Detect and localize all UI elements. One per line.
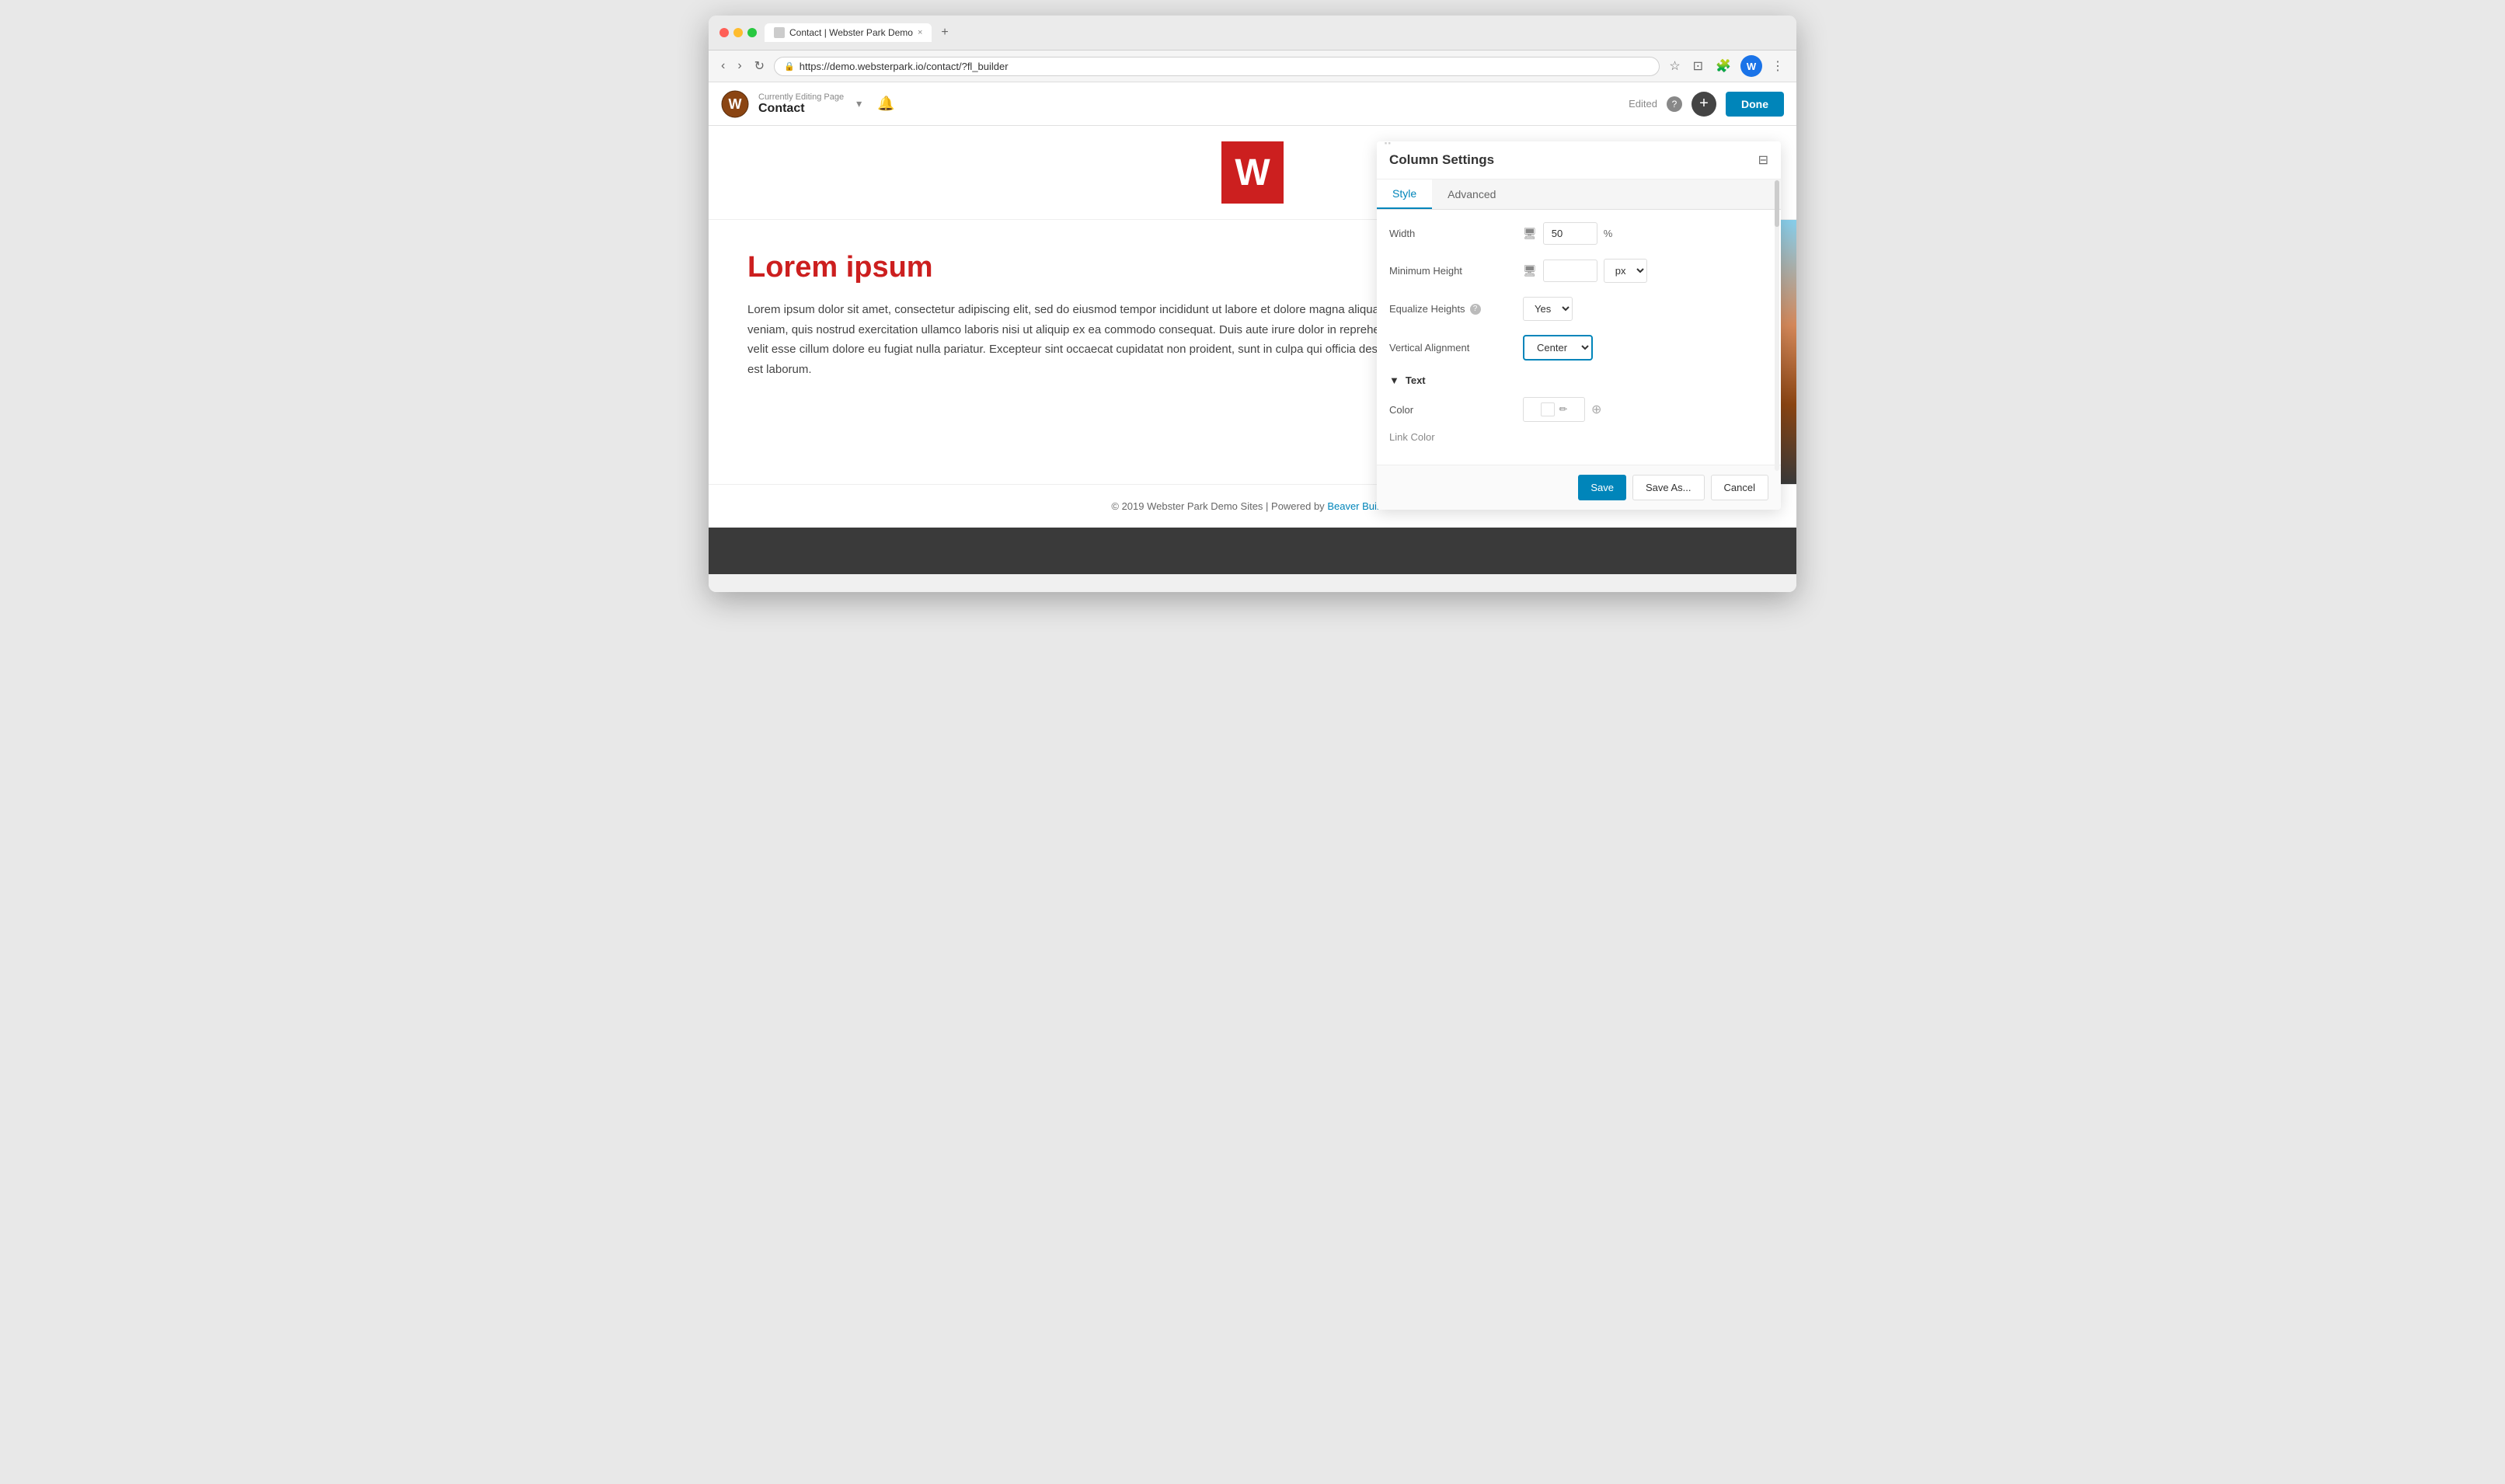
tab-advanced[interactable]: Advanced <box>1432 179 1511 209</box>
text-expand-icon: ▼ <box>1389 374 1399 386</box>
desktop-icon-2: 🖥 <box>1523 264 1537 277</box>
extension-button[interactable]: 🧩 <box>1712 55 1734 77</box>
equalize-label: Equalize Heights ? <box>1389 303 1514 315</box>
edited-badge: Edited <box>1629 98 1657 110</box>
notification-button[interactable]: 🔔 <box>877 96 894 112</box>
link-color-label: Link Color <box>1389 431 1514 443</box>
width-label: Width <box>1389 228 1514 239</box>
address-text: https://demo.websterpark.io/contact/?fl_… <box>800 61 1009 72</box>
width-input[interactable] <box>1543 222 1597 245</box>
color-control: ✏ ⊕ <box>1523 397 1768 422</box>
save-button[interactable]: Save <box>1578 475 1626 500</box>
bookmark-button[interactable]: ☆ <box>1666 55 1683 77</box>
browser-toolbar: ‹ › ↻ 🔒 https://demo.websterpark.io/cont… <box>709 51 1796 82</box>
tab-title: Contact | Webster Park Demo <box>789 27 913 38</box>
page-info: Currently Editing Page Contact <box>758 92 844 116</box>
forward-button[interactable]: › <box>734 56 744 76</box>
scrollbar-track <box>1775 180 1779 471</box>
min-height-control: 🖥 px vh <box>1523 259 1768 283</box>
min-height-label: Minimum Height <box>1389 265 1514 277</box>
back-button[interactable]: ‹ <box>718 56 728 76</box>
equalize-control: Yes No <box>1523 297 1768 321</box>
save-as-button[interactable]: Save As... <box>1632 475 1705 500</box>
panel-collapse-button[interactable]: ⊟ <box>1758 152 1768 168</box>
tab-bar: Contact | Webster Park Demo × + <box>765 23 1786 42</box>
page-name: Contact <box>758 102 844 116</box>
width-unit: % <box>1604 228 1613 239</box>
tab-favicon <box>774 27 785 38</box>
cancel-button[interactable]: Cancel <box>1711 475 1768 500</box>
pencil-icon: ✏ <box>1559 403 1568 416</box>
browser-window: Contact | Webster Park Demo × + ‹ › ↻ 🔒 … <box>709 16 1796 592</box>
site-logo-image: W <box>1221 141 1284 204</box>
clear-color-button[interactable]: ⊕ <box>1591 402 1601 417</box>
panel-drag-handle[interactable]: ⠿ <box>1383 141 1392 149</box>
tab-close-button[interactable]: × <box>918 28 922 37</box>
width-control: 🖥 % <box>1523 222 1768 245</box>
min-height-unit-select[interactable]: px vh <box>1604 259 1647 283</box>
desktop-icon: 🖥 <box>1523 227 1537 240</box>
site-logo-admin: W <box>721 90 749 118</box>
vertical-align-label: Vertical Alignment <box>1389 342 1514 354</box>
equalize-heights-row: Equalize Heights ? Yes No <box>1389 297 1768 321</box>
maximize-traffic-light[interactable] <box>747 28 757 37</box>
currently-editing-label: Currently Editing Page <box>758 92 844 102</box>
equalize-select[interactable]: Yes No <box>1523 297 1573 321</box>
minimize-traffic-light[interactable] <box>733 28 743 37</box>
cast-button[interactable]: ⊡ <box>1690 55 1706 77</box>
panel-tabs: Style Advanced <box>1377 179 1781 210</box>
color-swatch <box>1541 402 1555 416</box>
menu-button[interactable]: ⋮ <box>1768 55 1787 77</box>
vertical-align-control: Default Top Center Bottom <box>1523 335 1768 361</box>
panel-body: Width 🖥 % Minimum Height 🖥 <box>1377 210 1781 465</box>
svg-text:W: W <box>729 96 742 112</box>
help-button[interactable]: ? <box>1667 96 1682 112</box>
color-label: Color <box>1389 404 1514 416</box>
footer-text: © 2019 Webster Park Demo Sites | Powered… <box>1111 500 1324 512</box>
min-height-input[interactable] <box>1543 260 1597 282</box>
toolbar-actions: ☆ ⊡ 🧩 W ⋮ <box>1666 55 1787 77</box>
scrollbar-thumb[interactable] <box>1775 180 1779 227</box>
tab-style[interactable]: Style <box>1377 179 1432 209</box>
column-settings-panel: ⠿ Column Settings ⊟ Style Advanced Width <box>1377 141 1781 510</box>
text-section-label: Text <box>1406 374 1426 386</box>
admin-bar-right: Edited ? + Done <box>1629 92 1784 117</box>
close-traffic-light[interactable] <box>719 28 729 37</box>
new-tab-button[interactable]: + <box>936 24 953 41</box>
vertical-align-row: Vertical Alignment Default Top Center Bo… <box>1389 335 1768 361</box>
done-button[interactable]: Done <box>1726 92 1784 117</box>
panel-title: Column Settings <box>1389 152 1494 168</box>
panel-footer: Save Save As... Cancel <box>1377 465 1781 510</box>
panel-header: Column Settings ⊟ <box>1377 141 1781 179</box>
logo-letter: W <box>1235 152 1270 194</box>
vertical-align-select[interactable]: Default Top Center Bottom <box>1523 335 1593 361</box>
traffic-lights <box>719 28 757 37</box>
dropdown-arrow-icon[interactable]: ▾ <box>856 97 862 110</box>
lock-icon: 🔒 <box>784 61 795 71</box>
color-preview[interactable]: ✏ <box>1523 397 1585 422</box>
browser-tab-active[interactable]: Contact | Webster Park Demo × <box>765 23 932 42</box>
refresh-button[interactable]: ↻ <box>751 55 768 77</box>
add-content-button[interactable]: + <box>1691 92 1716 117</box>
wp-admin-bar: W Currently Editing Page Contact ▾ 🔔 Edi… <box>709 82 1796 126</box>
width-row: Width 🖥 % <box>1389 222 1768 245</box>
page-content: W Lorem ipsum Lorem ipsum dolor sit amet… <box>709 126 1796 592</box>
text-section-header[interactable]: ▼ Text <box>1389 374 1768 386</box>
dark-footer-bar <box>709 528 1796 574</box>
address-bar[interactable]: 🔒 https://demo.websterpark.io/contact/?f… <box>774 57 1660 76</box>
color-row: Color ✏ ⊕ <box>1389 397 1768 422</box>
user-avatar[interactable]: W <box>1740 55 1762 77</box>
equalize-help-icon: ? <box>1470 304 1481 315</box>
browser-titlebar: Contact | Webster Park Demo × + <box>709 16 1796 51</box>
link-color-row: Link Color <box>1389 431 1768 443</box>
min-height-row: Minimum Height 🖥 px vh <box>1389 259 1768 283</box>
